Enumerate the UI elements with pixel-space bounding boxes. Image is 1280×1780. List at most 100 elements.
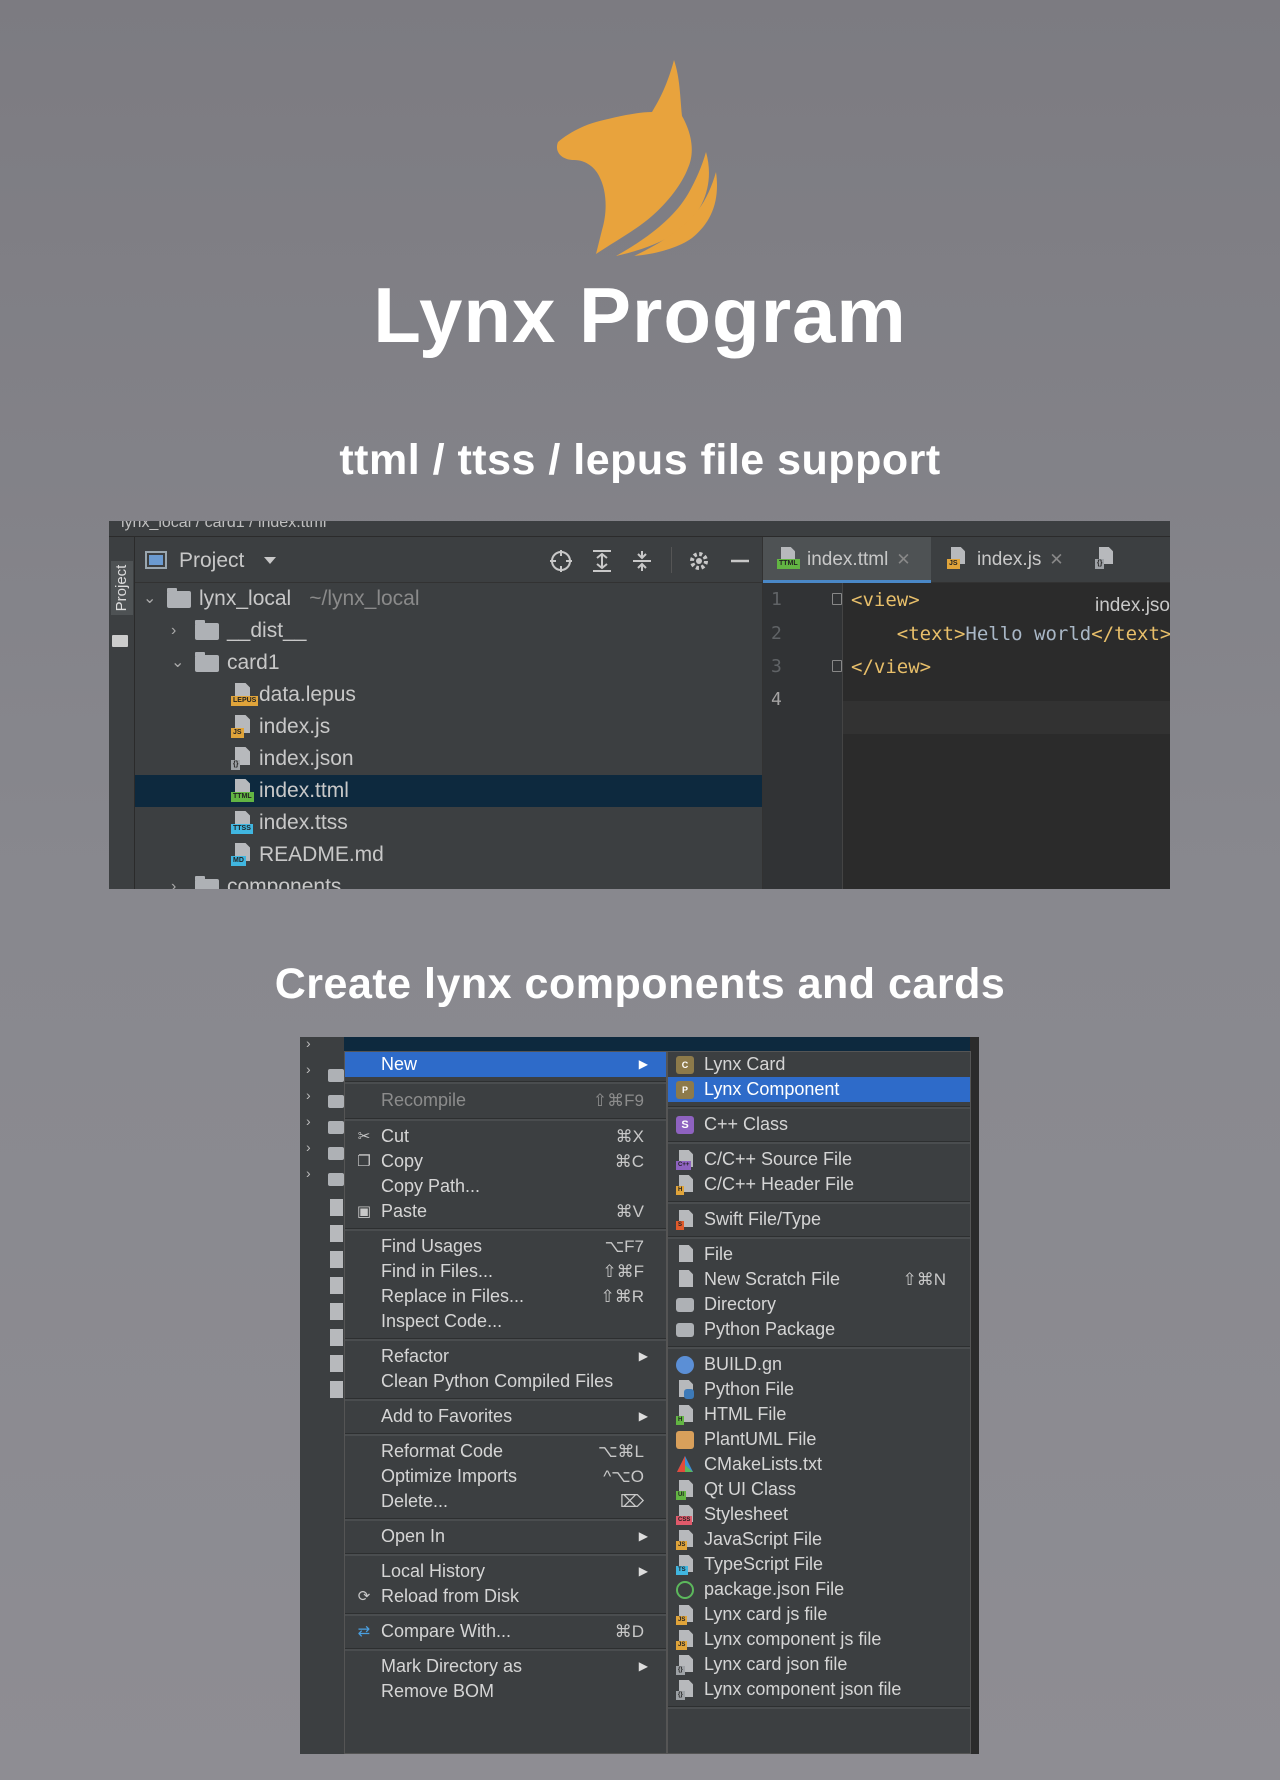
tab-index-js[interactable]: JS index.js ✕ xyxy=(939,537,1077,583)
menu-item-find-usages[interactable]: Find Usages ⌥F7 xyxy=(345,1234,666,1259)
submenu-item-scratch-file[interactable]: New Scratch File ⇧⌘N xyxy=(668,1267,970,1292)
tree-item-label: components xyxy=(227,875,342,889)
tree-row-readme[interactable]: MD README.md xyxy=(135,839,762,871)
tab-index-ttml[interactable]: TTML index.ttml ✕ xyxy=(763,537,931,583)
menu-item-mark-directory[interactable]: Mark Directory as ▶ xyxy=(345,1654,666,1679)
submenu-item-swift[interactable]: S Swift File/Type xyxy=(668,1207,970,1232)
menu-item-new[interactable]: New ▶ xyxy=(345,1052,666,1077)
gear-icon[interactable] xyxy=(687,549,711,573)
menu-item-compare-with[interactable]: ⇄ Compare With... ⌘D xyxy=(345,1619,666,1644)
menu-item-cut[interactable]: ✂ Cut ⌘X xyxy=(345,1124,666,1149)
submenu-item-lynx-card[interactable]: C Lynx Card xyxy=(668,1052,970,1077)
tree-row-index-ttml[interactable]: TTML index.ttml xyxy=(135,775,762,807)
code-editor[interactable]: TTML index.ttml ✕ JS index.js ✕ {} index.json… xyxy=(762,537,1170,889)
menu-separator xyxy=(345,1518,666,1521)
menu-item-refactor[interactable]: Refactor ▶ xyxy=(345,1344,666,1369)
chevron-down-icon[interactable]: ⌄ xyxy=(143,583,156,615)
menu-item-remove-bom[interactable]: Remove BOM xyxy=(345,1679,666,1704)
tree-row-dist[interactable]: › __dist__ xyxy=(135,615,762,647)
tree-row-components[interactable]: › components xyxy=(135,871,762,889)
lynx-card-icon: C xyxy=(676,1055,696,1075)
menu-item-delete[interactable]: Delete... ⌦ xyxy=(345,1489,666,1514)
submenu-item-html-file[interactable]: H HTML File xyxy=(668,1402,970,1427)
submenu-arrow-icon: ▶ xyxy=(638,1564,648,1578)
tree-row-index-js[interactable]: JS index.js xyxy=(135,711,762,743)
menu-item-add-to-favorites[interactable]: Add to Favorites ▶ xyxy=(345,1404,666,1429)
code-line-2: <text>Hello world</text> xyxy=(896,623,1170,645)
close-icon[interactable]: ✕ xyxy=(1049,550,1063,569)
tab-index-json[interactable]: {}index.json✕ xyxy=(1087,537,1170,616)
locate-icon[interactable] xyxy=(549,549,573,573)
tree-row-index-json[interactable]: {} index.json xyxy=(135,743,762,775)
tab-label: index.json xyxy=(1095,595,1170,616)
submenu-item-build-gn[interactable]: BUILD.gn xyxy=(668,1352,970,1377)
submenu-item-file[interactable]: File xyxy=(668,1242,970,1267)
submenu-item-python-file[interactable]: Python File xyxy=(668,1377,970,1402)
menu-item-local-history[interactable]: Local History ▶ xyxy=(345,1559,666,1584)
chevron-right-icon: › xyxy=(306,1165,311,1181)
expand-all-icon[interactable] xyxy=(591,549,613,573)
menu-item-find-in-files[interactable]: Find in Files... ⇧⌘F xyxy=(345,1259,666,1284)
chevron-right-icon: › xyxy=(306,1037,311,1051)
submenu-item-stylesheet[interactable]: CSS Stylesheet xyxy=(668,1502,970,1527)
menu-separator xyxy=(345,1118,666,1121)
tree-row-data-lepus[interactable]: LEPUS data.lepus xyxy=(135,679,762,711)
submenu-item-package-json[interactable]: package.json File xyxy=(668,1577,970,1602)
chevron-down-icon[interactable]: ⌄ xyxy=(171,647,184,679)
js-file-icon: JS xyxy=(676,1605,696,1625)
submenu-item-cmakelists[interactable]: CMakeLists.txt xyxy=(668,1452,970,1477)
json-file-icon: {} xyxy=(1095,546,1117,569)
menu-item-paste[interactable]: ▣ Paste ⌘V xyxy=(345,1199,666,1224)
menu-item-replace-in-files[interactable]: Replace in Files... ⇧⌘R xyxy=(345,1284,666,1309)
chevron-right-icon[interactable]: › xyxy=(171,871,176,889)
folder-icon xyxy=(676,1295,696,1315)
submenu-item-qt-ui-class[interactable]: UI Qt UI Class xyxy=(668,1477,970,1502)
menu-separator xyxy=(668,1706,970,1709)
ide-screenshot-editor: lynx_local / card1 / index.ttml Project … xyxy=(109,521,1170,889)
menu-item-inspect-code[interactable]: Inspect Code... xyxy=(345,1309,666,1334)
submenu-item-directory[interactable]: Directory xyxy=(668,1292,970,1317)
line-number: 4 xyxy=(771,689,782,710)
submenu-item-plantuml[interactable]: PlantUML File xyxy=(668,1427,970,1452)
fold-marker-icon[interactable] xyxy=(832,660,842,672)
menu-item-copy[interactable]: ❐ Copy ⌘C xyxy=(345,1149,666,1174)
submenu-item-python-package[interactable]: Python Package xyxy=(668,1317,970,1342)
project-side-tab[interactable]: Project xyxy=(111,561,133,615)
folder-icon xyxy=(167,588,191,608)
file-icon xyxy=(330,1381,343,1398)
submenu-item-cpp-source[interactable]: C++ C/C++ Source File xyxy=(668,1147,970,1172)
menu-item-reformat-code[interactable]: Reformat Code ⌥⌘L xyxy=(345,1439,666,1464)
project-view-selector[interactable]: Project xyxy=(179,549,244,573)
tree-row-index-ttss[interactable]: TTSS index.ttss xyxy=(135,807,762,839)
json-file-icon: {} xyxy=(676,1680,696,1700)
submenu-item-lynx-card-js[interactable]: JS Lynx card js file xyxy=(668,1602,970,1627)
menu-item-copy-path[interactable]: Copy Path... xyxy=(345,1174,666,1199)
menu-item-optimize-imports[interactable]: Optimize Imports ^⌥O xyxy=(345,1464,666,1489)
submenu-item-cpp-class[interactable]: S C++ Class xyxy=(668,1112,970,1137)
submenu-item-lynx-component[interactable]: P Lynx Component xyxy=(668,1077,970,1102)
menu-item-open-in[interactable]: Open In ▶ xyxy=(345,1524,666,1549)
fold-marker-icon[interactable] xyxy=(832,593,842,605)
submenu-item-javascript-file[interactable]: JS JavaScript File xyxy=(668,1527,970,1552)
folder-icon xyxy=(328,1147,344,1160)
submenu-item-cpp-header[interactable]: H C/C++ Header File xyxy=(668,1172,970,1197)
collapse-all-icon[interactable] xyxy=(631,549,653,573)
feature-heading-file-support: ttml / ttss / lepus file support xyxy=(339,436,941,484)
tab-label: index.ttml xyxy=(807,549,889,570)
menu-item-reload-from-disk[interactable]: ⟳ Reload from Disk xyxy=(345,1584,666,1609)
submenu-item-lynx-card-json[interactable]: {} Lynx card json file xyxy=(668,1652,970,1677)
minimize-icon[interactable] xyxy=(729,549,751,573)
menu-item-clean-python[interactable]: Clean Python Compiled Files xyxy=(345,1369,666,1394)
submenu-arrow-icon: ▶ xyxy=(638,1349,648,1363)
chevron-right-icon[interactable]: › xyxy=(171,615,176,647)
close-icon[interactable]: ✕ xyxy=(896,550,910,569)
chevron-down-icon[interactable] xyxy=(263,556,277,565)
submenu-item-typescript-file[interactable]: TS TypeScript File xyxy=(668,1552,970,1577)
tree-row-card1[interactable]: ⌄ card1 xyxy=(135,647,762,679)
submenu-item-lynx-component-js[interactable]: JS Lynx component js file xyxy=(668,1627,970,1652)
cpp-header-icon: H xyxy=(676,1175,696,1195)
submenu-item-lynx-component-json[interactable]: {} Lynx component json file xyxy=(668,1677,970,1702)
compare-icon: ⇄ xyxy=(357,1623,371,1640)
menu-separator xyxy=(345,1648,666,1651)
tree-row-lynx-local[interactable]: ⌄ lynx_local ~/lynx_local xyxy=(135,583,762,615)
